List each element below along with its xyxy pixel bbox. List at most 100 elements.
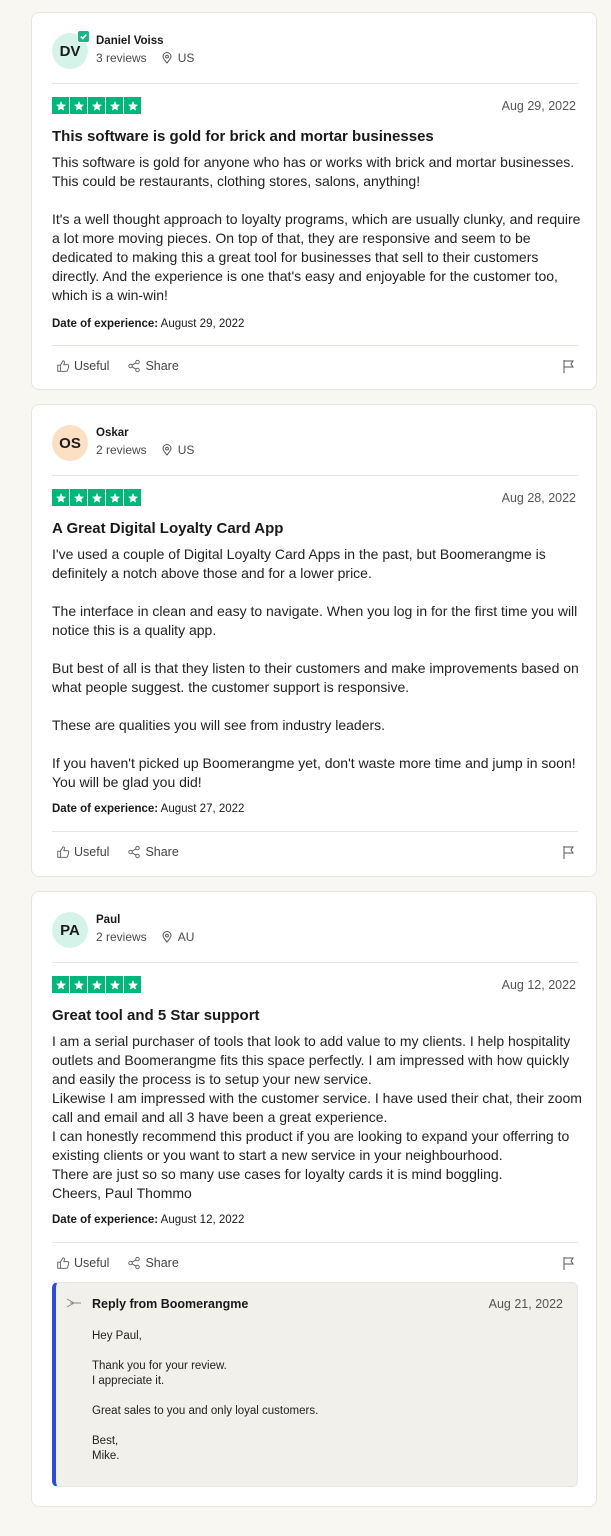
reviews-count: 2 reviews [96,930,147,944]
date-of-experience: Date of experience: August 27, 2022 [52,803,244,815]
reply-line: Mike. [92,1450,120,1462]
reviewer-meta: 3 reviews US [96,51,194,65]
reply-paragraph: Great sales to you and only loyal custom… [92,1404,318,1419]
reply-paragraph: Thank you for your review. I appreciate i… [92,1359,318,1389]
review-card: PA Paul 2 reviews AU Aug 12, 2022 Great … [31,891,597,1507]
divider [52,1242,578,1243]
reply-arrow-icon [66,1298,81,1308]
share-button[interactable]: Share [127,1256,179,1270]
reply-line: Great sales to you and only loyal custom… [92,1405,319,1417]
star-icon [70,976,87,993]
divider [52,962,578,963]
review-paragraph: It's a well thought approach to loyalty … [52,211,581,303]
doe-label: Date of experience: [52,1214,159,1226]
review-line: Cheers, Paul Thommo [52,1185,192,1201]
useful-button[interactable]: Useful [56,359,109,373]
divider [52,345,578,346]
useful-button[interactable]: Useful [56,1256,109,1270]
reply-from: Reply from Boomerangme [92,1297,249,1311]
review-title[interactable]: A Great Digital Loyalty Card App [52,520,283,537]
star-icon [124,976,141,993]
review-date: Aug 28, 2022 [501,491,576,505]
star-icon [124,97,141,114]
avatar[interactable]: PA [52,912,88,948]
location-pin-icon [162,444,172,456]
verified-badge-icon [77,30,90,43]
reviewer-meta: 2 reviews AU [96,930,194,944]
reviewer-header: DV Daniel Voiss 3 reviews US [52,30,578,69]
star-rating [52,97,142,114]
star-icon [106,97,123,114]
useful-label: Useful [74,359,110,373]
review-paragraph: I've used a couple of Digital Loyalty Ca… [52,546,546,581]
review-body: I am a serial purchaser of tools that lo… [52,1032,582,1203]
reply-line: I appreciate it. [92,1375,165,1387]
useful-label: Useful [74,845,110,859]
flag-icon[interactable] [562,359,576,374]
share-button[interactable]: Share [127,845,179,859]
useful-label: Useful [74,1256,110,1270]
doe-value: August 29, 2022 [160,318,245,330]
reviewer-header: PA Paul 2 reviews AU [52,912,578,948]
star-icon [70,97,87,114]
star-icon [124,489,141,506]
reviewer-country: US [177,51,195,65]
star-icon [88,976,105,993]
review-card: OS Oskar 2 reviews US Aug 28, 2022 A Gre… [31,404,597,877]
reply-date: Aug 21, 2022 [488,1297,563,1311]
useful-button[interactable]: Useful [56,845,109,859]
review-line: There are just so so many use cases for … [52,1166,503,1182]
review-title[interactable]: Great tool and 5 Star support [52,1007,260,1024]
thumbs-up-icon [57,1257,70,1269]
thumbs-up-icon [57,846,70,858]
share-label: Share [145,845,179,859]
divider [52,475,578,476]
reviewer-country: US [177,443,195,457]
review-date: Aug 29, 2022 [501,99,576,113]
star-icon [106,976,123,993]
doe-label: Date of experience: [52,318,159,330]
flag-icon[interactable] [562,845,576,860]
reviewer-header: OS Oskar 2 reviews US [52,425,578,461]
location-pin-icon [162,931,172,943]
doe-label: Date of experience: [52,803,159,815]
review-body: This software is gold for anyone who has… [52,153,582,305]
star-icon [106,489,123,506]
date-of-experience: Date of experience: August 29, 2022 [52,318,244,330]
thumbs-up-icon [57,360,70,372]
doe-value: August 12, 2022 [160,1214,245,1226]
reviewer-country: AU [177,930,195,944]
review-title[interactable]: This software is gold for brick and mort… [52,128,434,145]
star-icon [52,97,69,114]
star-rating [52,976,142,993]
star-icon [70,489,87,506]
reviews-count: 2 reviews [96,443,147,457]
reply-paragraph: Best, Mike. [92,1434,318,1464]
share-label: Share [145,1256,179,1270]
review-paragraph: The interface in clean and easy to navig… [52,603,578,638]
company-reply: Reply from Boomerangme Aug 21, 2022 Hey … [52,1282,578,1487]
reviewer-name[interactable]: Paul [96,914,120,926]
reviewer-name[interactable]: Oskar [96,427,129,439]
star-icon [52,976,69,993]
reply-line: Hey Paul, [92,1330,142,1342]
share-label: Share [145,359,179,373]
review-paragraph: But best of all is that they listen to t… [52,660,579,695]
review-line: Likewise I am impressed with the custome… [52,1090,582,1125]
star-icon [88,97,105,114]
star-icon [88,489,105,506]
share-icon [128,1256,141,1270]
review-paragraph: These are qualities you will see from in… [52,717,386,733]
avatar[interactable]: OS [52,425,88,461]
star-rating [52,489,142,506]
doe-value: August 27, 2022 [160,803,245,815]
review-actions: Useful Share [56,845,197,859]
reviewer-name[interactable]: Daniel Voiss [96,35,164,47]
location-pin-icon [162,52,172,64]
star-icon [52,489,69,506]
review-card: DV Daniel Voiss 3 reviews US Aug 29, 202… [31,12,597,390]
share-button[interactable]: Share [127,359,179,373]
flag-icon[interactable] [562,1256,576,1271]
share-icon [128,359,141,373]
reply-line: Thank you for your review. [92,1360,227,1372]
